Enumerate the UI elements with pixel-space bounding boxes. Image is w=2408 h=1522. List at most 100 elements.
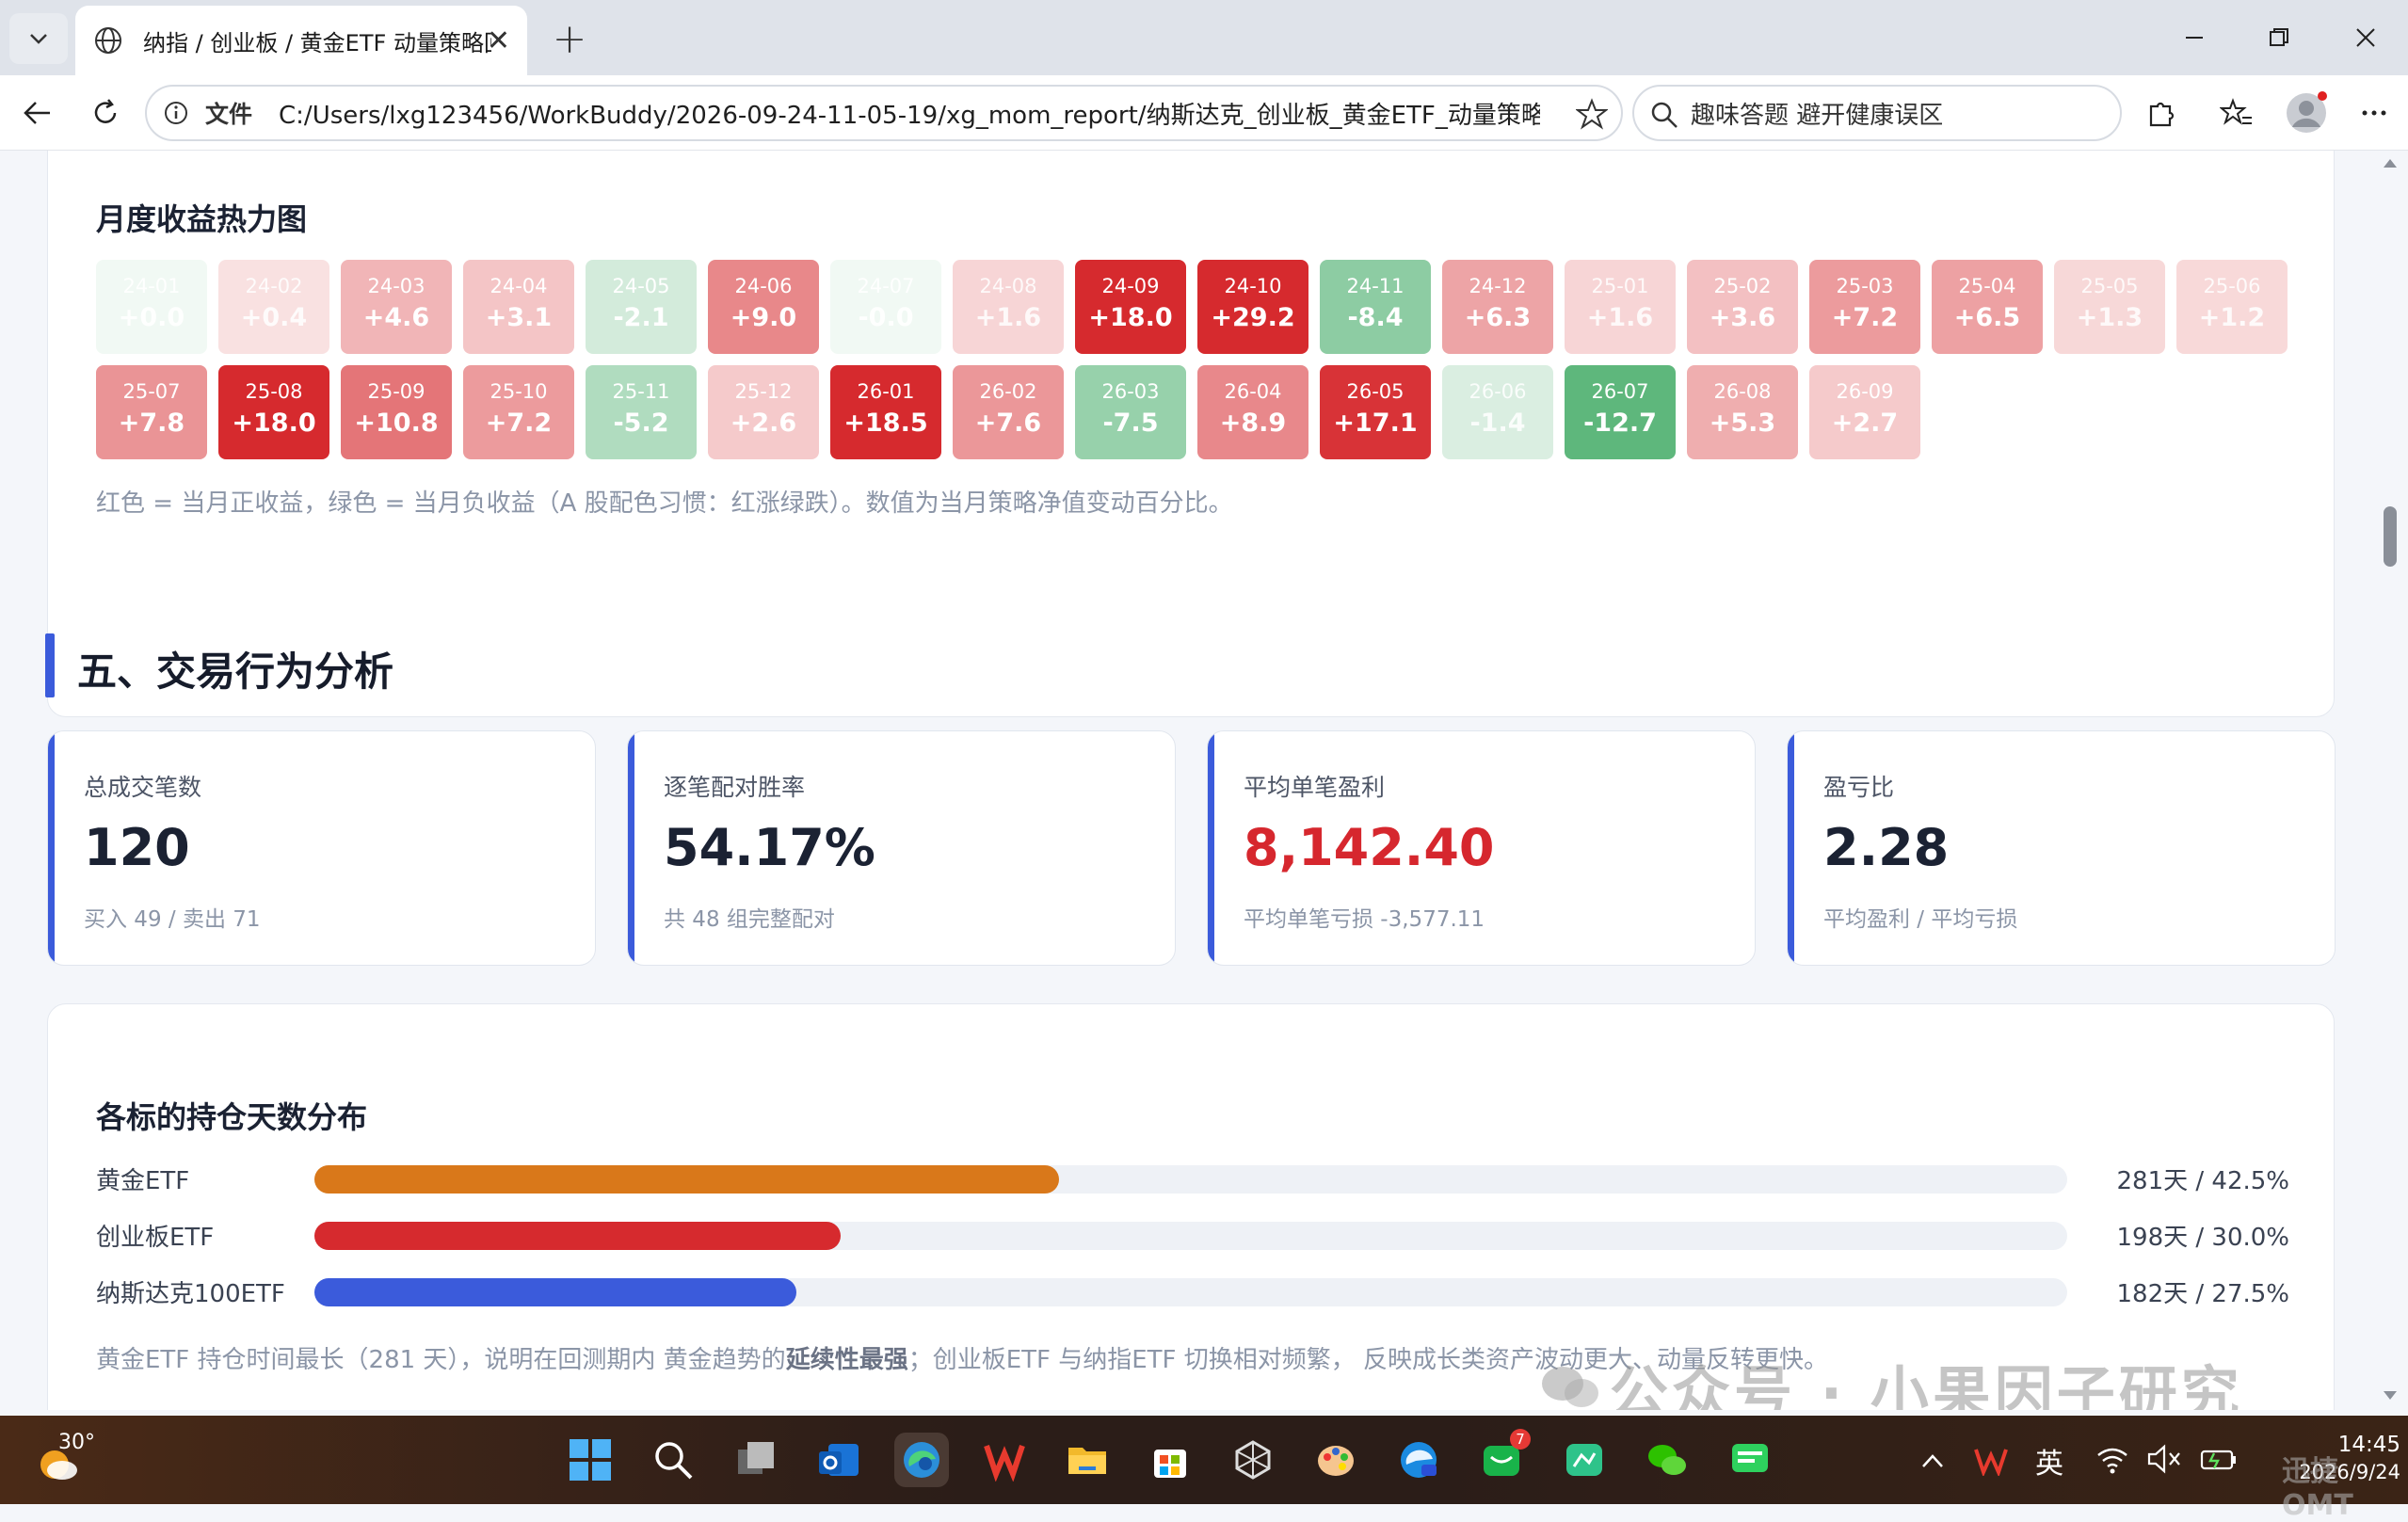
heatmap-value: +10.8: [354, 409, 439, 438]
scrollbar-thumb[interactable]: [2384, 506, 2397, 567]
info-icon[interactable]: [162, 99, 190, 127]
close-tab-icon[interactable]: ✕: [487, 24, 510, 57]
refresh-button[interactable]: [85, 92, 126, 134]
edge-icon: [904, 1442, 939, 1478]
heatmap-month: 25-07: [122, 380, 181, 403]
cube-icon: [1235, 1440, 1271, 1480]
heatmap-month: 25-06: [2203, 275, 2261, 297]
message-icon: [1732, 1444, 1768, 1472]
new-tab-button[interactable]: +: [544, 13, 595, 64]
task-view-icon: [738, 1442, 774, 1474]
scroll-up-icon[interactable]: [2382, 156, 2399, 169]
heatmap-value: -12.7: [1583, 409, 1657, 438]
stat-value: 2.28: [1823, 818, 1950, 877]
heatmap-month: 24-08: [979, 275, 1037, 297]
outlook-icon: [819, 1444, 859, 1476]
avatar-icon: [2287, 91, 2327, 133]
heatmap-cell: 26-04 +8.9: [1197, 365, 1308, 459]
heatmap-value: -2.1: [613, 303, 669, 332]
heatmap-cell: 25-04 +6.5: [1932, 260, 2043, 354]
back-button[interactable]: [17, 92, 58, 134]
heatmap-month: 25-08: [245, 380, 303, 403]
chevron-up-icon[interactable]: [1920, 1451, 1945, 1470]
wps-button[interactable]: [977, 1433, 1032, 1487]
holding-value: 182天 / 27.5%: [2116, 1280, 2289, 1308]
store-button[interactable]: [1143, 1433, 1197, 1487]
heatmap-value: +7.2: [1831, 303, 1899, 332]
browser-tab[interactable]: 纳指 / 创业板 / 黄金ETF 动量策略回 ✕: [75, 6, 527, 75]
star-icon[interactable]: [1576, 98, 1608, 130]
favorites-button[interactable]: [2216, 92, 2257, 134]
heatmap-value: +18.0: [1088, 303, 1173, 332]
brand-watermark: 迅捷OMT: [2282, 1455, 2353, 1522]
section-title: 五、交易行为分析: [77, 649, 394, 695]
search-box[interactable]: 趣味答题 避开健康误区: [1632, 85, 2122, 141]
extensions-button[interactable]: [2141, 92, 2182, 134]
notification-badge: 7: [1510, 1429, 1531, 1450]
title-bar: 纳指 / 创业板 / 黄金ETF 动量策略回 ✕ +: [0, 0, 2408, 75]
heatmap-value: -5.2: [613, 409, 669, 438]
wechat-icon: [1648, 1445, 1686, 1475]
file-explorer-button[interactable]: [1060, 1433, 1115, 1487]
heatmap-month: 26-07: [1591, 380, 1649, 403]
heatmap-value: -0.0: [858, 303, 914, 332]
minimize-button[interactable]: [2171, 17, 2218, 58]
heatmap-cell: 25-07 +7.8: [96, 365, 207, 459]
heatmap-month: 26-05: [1346, 380, 1405, 403]
scroll-down-icon[interactable]: [2382, 1389, 2399, 1402]
holding-bar-fill: [314, 1165, 1060, 1194]
address-bar[interactable]: 文件 C:/Users/lxg123456/WorkBuddy/2026-09-…: [145, 85, 1623, 141]
edge-button[interactable]: [894, 1433, 949, 1487]
heatmap-cell: 24-10 +29.2: [1197, 260, 1308, 354]
wechat-button[interactable]: [1640, 1433, 1694, 1487]
volume-muted-icon[interactable]: [2146, 1444, 2182, 1474]
heatmap-month: 25-05: [2080, 275, 2139, 297]
paint-button[interactable]: [1308, 1433, 1363, 1487]
taskbar-search-button[interactable]: [646, 1433, 700, 1487]
messages-button[interactable]: [1723, 1433, 1777, 1487]
heatmap-value: +7.8: [118, 409, 185, 438]
tab-list-button[interactable]: [9, 13, 68, 64]
heatmap-cell: 24-07 -0.0: [830, 260, 941, 354]
heatmap-cell: 25-02 +3.6: [1687, 260, 1798, 354]
page-content: 月度收益热力图 24-01 +0.0 24-02 +0.4 24-03 +4.6 24-04…: [0, 151, 2372, 1410]
close-icon: [2356, 28, 2375, 47]
mail-app-button[interactable]: 7: [1474, 1429, 1531, 1487]
stat-card: 盈亏比 2.28 平均盈利 / 平均亏损: [1787, 730, 2336, 966]
holding-value: 198天 / 30.0%: [2116, 1224, 2289, 1252]
restore-button[interactable]: [2255, 17, 2303, 58]
heatmap-cell: 25-05 +1.3: [2054, 260, 2165, 354]
heatmap-value: +0.0: [118, 303, 185, 332]
url-text[interactable]: C:/Users/lxg123456/WorkBuddy/2026-09-24-…: [279, 96, 1540, 131]
heatmap-value: +1.6: [1586, 303, 1654, 332]
address-label: 文件: [205, 101, 253, 128]
battery-icon[interactable]: [2199, 1444, 2239, 1474]
heatmap-month: 25-03: [1836, 275, 1894, 297]
wifi-icon[interactable]: [2095, 1444, 2129, 1474]
heatmap-month: 25-11: [612, 380, 670, 403]
heatmap-value: +3.1: [485, 303, 553, 332]
weather-widget[interactable]: 30°: [34, 1431, 95, 1483]
taskbar: 30° 7 英 14:45 2026/9/24 迅捷OMT: [0, 1416, 2408, 1522]
close-window-button[interactable]: [2342, 17, 2389, 58]
stat-label: 逐笔配对胜率: [664, 774, 806, 801]
unity-button[interactable]: [1226, 1433, 1280, 1487]
heatmap-value: +6.3: [1464, 303, 1532, 332]
profile-button[interactable]: [2282, 91, 2331, 134]
menu-button[interactable]: [2353, 92, 2395, 134]
heatmap-value: +1.3: [2076, 303, 2143, 332]
start-button[interactable]: [563, 1433, 618, 1487]
edge-ai-button[interactable]: [1391, 1433, 1446, 1487]
task-view-button[interactable]: [729, 1433, 783, 1487]
heatmap-value: -7.5: [1102, 409, 1159, 438]
holding-row: 纳斯达克100ETF 182天 / 27.5%: [96, 1273, 2289, 1310]
heatmap-title: 月度收益热力图: [96, 201, 308, 237]
outlook-button[interactable]: [811, 1433, 866, 1487]
heatmap-value: +17.1: [1333, 409, 1418, 438]
app-button[interactable]: [1557, 1433, 1612, 1487]
ime-indicator[interactable]: 英: [2035, 1440, 2063, 1482]
wps-tray-icon[interactable]: [1973, 1444, 2009, 1476]
heatmap-cell: 25-12 +2.6: [708, 365, 819, 459]
heatmap-month: 25-09: [367, 380, 425, 403]
vertical-scrollbar[interactable]: [2372, 151, 2408, 1410]
